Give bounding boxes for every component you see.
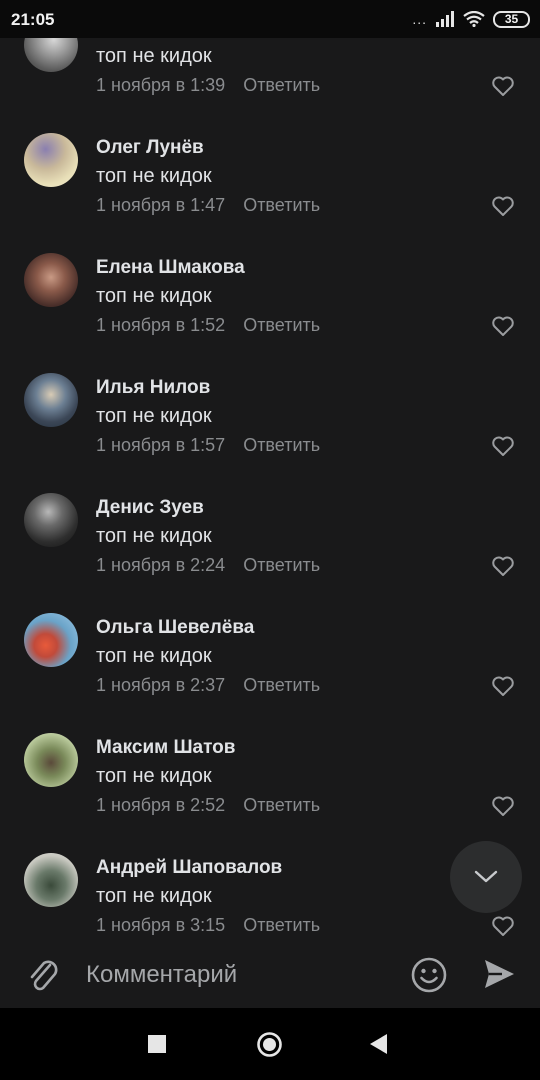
comment-author[interactable]: Андрей Шаповалов	[96, 857, 282, 879]
battery-level: 35	[504, 12, 519, 26]
comment-author[interactable]: Илья Нилов	[96, 377, 210, 399]
comment-author[interactable]: Елена Шмакова	[96, 257, 245, 279]
comment-item: Олег Лунёв топ не кидок 1 ноября в 1:47 …	[0, 38, 540, 216]
scroll-down-button[interactable]	[450, 841, 522, 913]
reply-button[interactable]: Ответить	[243, 915, 320, 936]
system-nav-bar	[0, 1008, 540, 1080]
comment-item: Денис Зуев топ не кидок 1 ноября в 2:24 …	[0, 398, 540, 576]
heart-outline-icon[interactable]	[491, 915, 515, 937]
comment-author[interactable]: Ольга Шевелёва	[96, 617, 254, 639]
comment-text: топ не кидок	[96, 885, 212, 907]
status-icons: ... 35	[412, 9, 530, 29]
triangle-back-icon[interactable]	[370, 1034, 388, 1054]
comment-input[interactable]	[86, 956, 386, 994]
comments-feed[interactable]: топ не кидок 1 ноября в 1:39 Ответить Ол…	[0, 38, 540, 942]
comment-author[interactable]: Максим Шатов	[96, 737, 235, 759]
circle-icon[interactable]	[256, 1031, 283, 1058]
battery-icon: 35	[493, 10, 530, 28]
wifi-icon	[463, 11, 485, 27]
comment-meta: 1 ноября в 3:15 Ответить	[96, 915, 320, 936]
comment-composer	[0, 942, 540, 1008]
comment-author[interactable]: Олег Лунёв	[96, 137, 204, 159]
comment-item: Елена Шмакова топ не кидок 1 ноября в 1:…	[0, 158, 540, 336]
smile-icon[interactable]	[410, 956, 448, 994]
comment-item: Илья Нилов топ не кидок 1 ноября в 1:57 …	[0, 278, 540, 456]
square-icon[interactable]	[148, 1035, 166, 1053]
paperclip-icon[interactable]	[26, 956, 60, 994]
comment-item: Ольга Шевелёва топ не кидок 1 ноября в 2…	[0, 518, 540, 696]
send-icon[interactable]	[482, 956, 516, 992]
comment-author[interactable]: Денис Зуев	[96, 497, 204, 519]
comment-date: 1 ноября в 3:15	[96, 915, 226, 935]
comment-item: Максим Шатов топ не кидок 1 ноября в 2:5…	[0, 638, 540, 816]
notification-dots: ...	[412, 11, 427, 27]
signal-icon	[436, 11, 454, 27]
status-bar: 21:05 ... 35	[0, 0, 540, 38]
chevron-down-icon	[474, 870, 498, 883]
status-time: 21:05	[11, 10, 55, 29]
avatar[interactable]	[24, 853, 78, 907]
